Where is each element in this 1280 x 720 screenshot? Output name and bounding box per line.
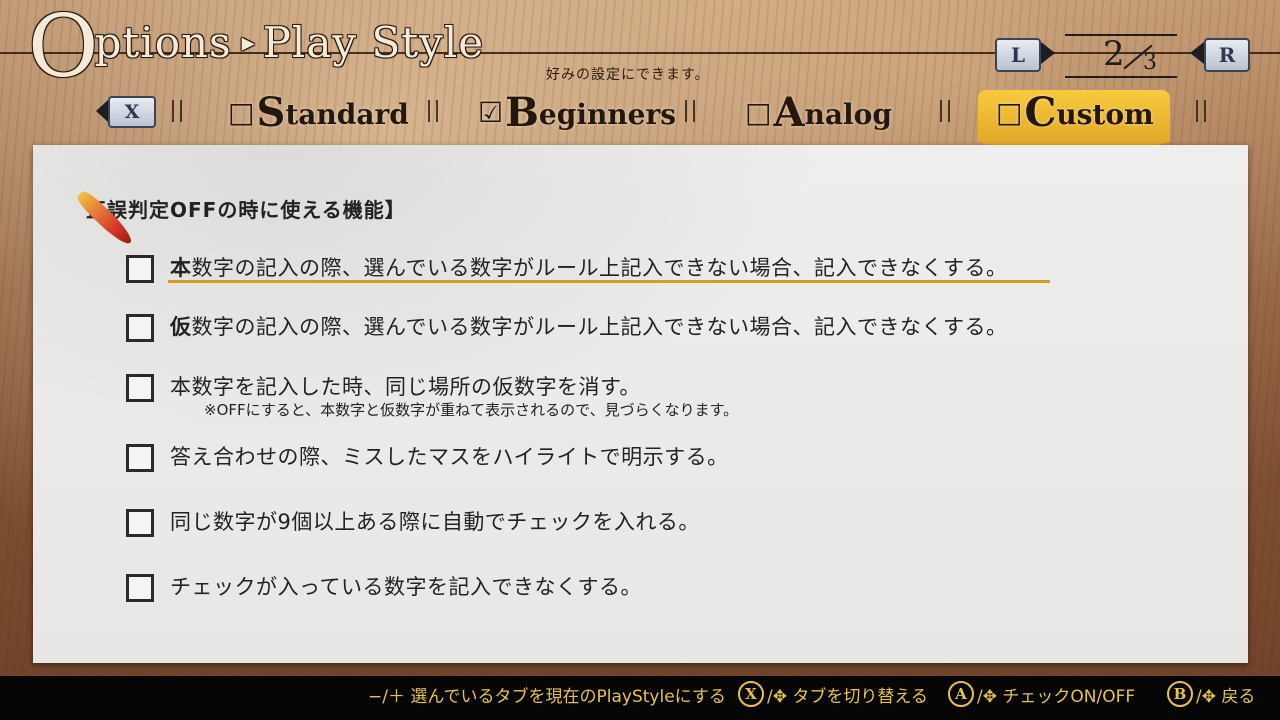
option-label-text: 数字の記入の際、選んでいる数字がルール上記入できない場合、記入できなくする。	[191, 256, 1008, 280]
arrow-left-icon	[96, 100, 108, 122]
option-label-bold: 仮	[170, 315, 192, 339]
option-label: 本数字を記入した時、同じ場所の仮数字を消す。	[170, 371, 641, 401]
footer-hint-set-playstyle: −/＋ 選んでいるタブを現在のPlayStyleにする	[368, 682, 726, 707]
option-label-bold: 本	[170, 256, 192, 280]
checked-checkbox-icon: ☑	[478, 95, 504, 129]
page-counter: 2 3	[1065, 34, 1177, 78]
tab-separator	[428, 100, 438, 122]
tab-switch-button[interactable]: X	[96, 96, 156, 128]
tab-separator	[940, 100, 950, 122]
x-button-icon: X	[738, 681, 764, 707]
option-checkbox[interactable]	[126, 509, 154, 537]
page-title: O ptions ▸ Play Style	[28, 4, 484, 94]
section-title-text: 正誤判定OFFの時に使える機能】	[86, 198, 406, 222]
option-label-text: チェックが入っている数字を記入できなくする。	[170, 575, 642, 599]
tab-custom[interactable]: □ C ustom	[996, 89, 1154, 136]
prev-page-button[interactable]: L	[995, 38, 1041, 72]
option-label: 答え合わせの際、ミスしたマスをハイライトで明示する。	[170, 441, 729, 471]
option-label: 同じ数字が9個以上ある際に自動でチェックを入れる。	[170, 506, 700, 536]
x-button-label: X	[108, 96, 156, 128]
option-label-text: 数字の記入の際、選んでいる数字がルール上記入できない場合、記入できなくする。	[191, 315, 1008, 339]
option-checkbox[interactable]	[126, 255, 154, 283]
next-page-button[interactable]: R	[1204, 38, 1250, 72]
option-checkbox[interactable]	[126, 444, 154, 472]
tab-label: tandard	[285, 97, 409, 131]
tab-initial: C	[1024, 88, 1057, 136]
footer-hint-switch-tab: X /✥ タブを切り替える	[738, 681, 928, 707]
hint-text: −/＋ 選んでいるタブを現在のPlayStyleにする	[368, 686, 726, 707]
title-options: ptions	[94, 18, 232, 67]
option-label-text: 本数字を記入した時、同じ場所の仮数字を消す。	[170, 375, 641, 399]
option-label: 仮数字の記入の際、選んでいる数字がルール上記入できない場合、記入できなくする。	[170, 311, 1007, 341]
tab-initial: S	[256, 88, 286, 136]
title-section: Play Style	[262, 18, 485, 67]
page-indicator: L 2 3 R	[995, 34, 1250, 80]
option-label-text: 答え合わせの際、ミスしたマスをハイライトで明示する。	[170, 445, 729, 469]
option-checkbox[interactable]	[126, 374, 154, 402]
tab-standard[interactable]: □ S tandard	[228, 89, 409, 136]
current-page: 2	[1103, 34, 1125, 74]
tab-beginners[interactable]: ☑ B eginners	[478, 89, 676, 136]
page-subtitle: 好みの設定にできます。	[546, 67, 710, 83]
hint-text: /✥ チェックON/OFF	[977, 686, 1136, 707]
tab-label: eginners	[538, 97, 676, 131]
tab-separator	[1196, 100, 1206, 122]
checkbox-icon: □	[228, 95, 255, 129]
a-button-icon: A	[948, 681, 974, 707]
section-title: 正誤判定OFFの時に使える機能】	[86, 194, 406, 223]
footer-hint-back: B /✥ 戻る	[1167, 681, 1256, 707]
option-label-text: 同じ数字が9個以上ある際に自動でチェックを入れる。	[170, 510, 700, 534]
hint-text: /✥ 戻る	[1196, 686, 1256, 707]
arrow-right-icon	[1041, 42, 1055, 64]
option-checkbox[interactable]	[126, 314, 154, 342]
title-arrow-icon: ▸	[241, 28, 255, 58]
tab-label: ustom	[1056, 97, 1154, 131]
tab-label: nalog	[804, 97, 892, 131]
tab-initial: A	[773, 88, 805, 136]
option-label: 本数字の記入の際、選んでいる数字がルール上記入できない場合、記入できなくする。	[170, 252, 1007, 282]
b-button-icon: B	[1167, 681, 1193, 707]
tab-separator	[685, 100, 695, 122]
option-label: チェックが入っている数字を記入できなくする。	[170, 571, 642, 601]
checkbox-icon: □	[745, 95, 772, 129]
tab-separator	[172, 100, 182, 122]
focus-underline	[168, 280, 1050, 283]
option-note: ※OFFにすると、本数字と仮数字が重ねて表示されるので、見づらくなります。	[204, 401, 739, 419]
checkbox-icon: □	[996, 95, 1023, 129]
title-initial: O	[28, 0, 98, 97]
tab-initial: B	[505, 88, 539, 136]
footer-hint-toggle-check: A /✥ チェックON/OFF	[948, 681, 1136, 707]
tab-analog[interactable]: □ A nalog	[745, 89, 892, 136]
option-checkbox[interactable]	[126, 574, 154, 602]
arrow-left-icon	[1190, 42, 1204, 64]
hint-text: /✥ タブを切り替える	[767, 686, 928, 707]
total-pages: 3	[1143, 50, 1157, 75]
